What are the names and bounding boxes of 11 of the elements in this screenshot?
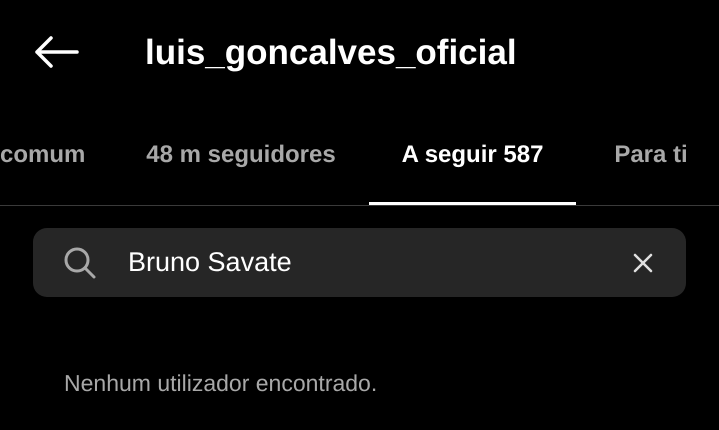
search-field[interactable]: Bruno Savate [33,228,686,297]
close-icon [633,252,653,272]
tab[interactable]: A seguir 587 [369,104,576,205]
tab[interactable]: 48 m seguidores [113,104,369,205]
profile-username: luis_goncalves_oficial [145,34,517,70]
tab[interactable]: comum [0,104,113,205]
search-input[interactable]: Bruno Savate [128,242,622,283]
search-icon [63,246,97,280]
back-arrow-icon [33,35,79,69]
empty-state-message: Nenhum utilizador encontrado. [63,369,378,398]
tab[interactable]: Para ti [576,104,719,205]
